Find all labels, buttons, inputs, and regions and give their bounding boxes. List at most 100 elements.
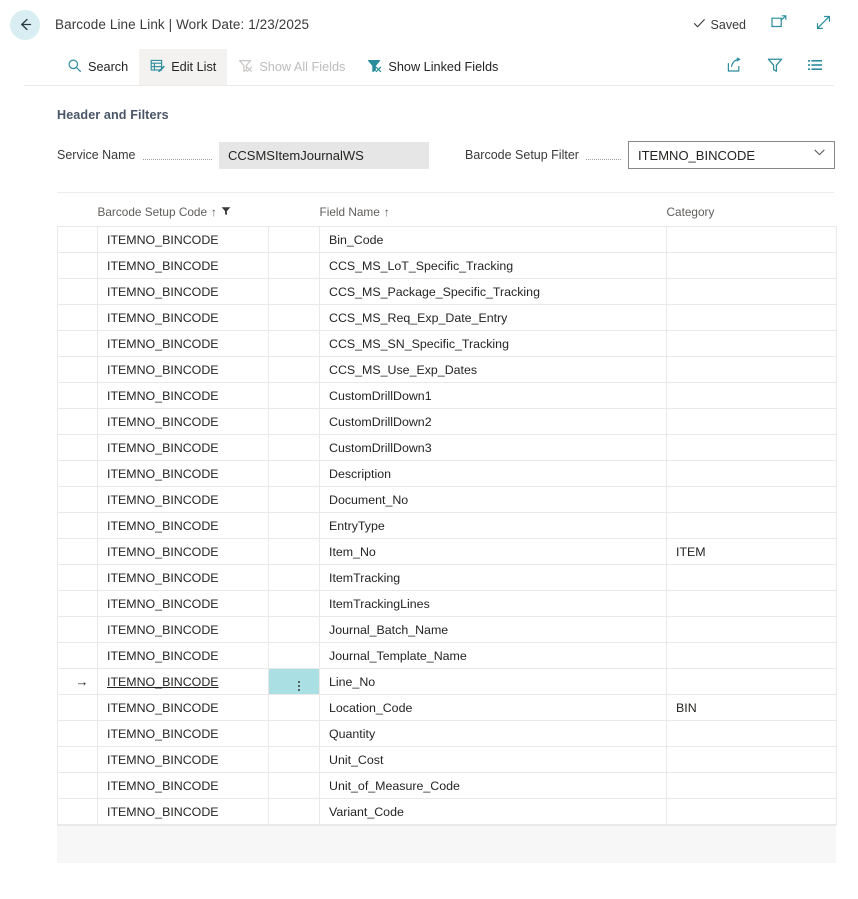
cell-barcode-setup-code[interactable]: ITEMNO_BINCODE bbox=[98, 331, 269, 357]
cell-barcode-setup-code[interactable]: ITEMNO_BINCODE bbox=[98, 435, 269, 461]
cell-row-menu[interactable] bbox=[269, 695, 320, 721]
cell-category[interactable] bbox=[667, 253, 837, 279]
cell-barcode-setup-code[interactable]: ITEMNO_BINCODE bbox=[98, 513, 269, 539]
cell-row-menu[interactable] bbox=[269, 435, 320, 461]
table-row[interactable]: ITEMNO_BINCODEJournal_Template_Name bbox=[58, 643, 837, 669]
cell-field-name[interactable]: Unit_Cost bbox=[320, 747, 667, 773]
table-row[interactable]: ITEMNO_BINCODE EntryType bbox=[58, 513, 837, 539]
cell-row-menu[interactable] bbox=[269, 591, 320, 617]
share-button[interactable] bbox=[724, 56, 746, 78]
cell-category[interactable] bbox=[667, 279, 837, 305]
cell-category[interactable] bbox=[667, 435, 837, 461]
cell-field-name[interactable]: CCS_MS_SN_Specific_Tracking bbox=[320, 331, 667, 357]
expand-button[interactable] bbox=[812, 14, 834, 36]
table-row[interactable]: ITEMNO_BINCODE CCS_MS_SN_Specific_Trackin… bbox=[58, 331, 837, 357]
cell-row-menu[interactable] bbox=[269, 305, 320, 331]
cell-category[interactable] bbox=[667, 305, 837, 331]
cell-row-menu[interactable] bbox=[269, 513, 320, 539]
cell-row-menu[interactable] bbox=[269, 383, 320, 409]
barcode-setup-filter-value[interactable]: ITEMNO_BINCODE bbox=[628, 141, 835, 169]
cell-row-menu[interactable] bbox=[269, 773, 320, 799]
cell-field-name[interactable]: Location_Code bbox=[320, 695, 667, 721]
cell-category[interactable] bbox=[667, 591, 837, 617]
cell-category[interactable] bbox=[667, 227, 837, 253]
table-row[interactable]: ITEMNO_BINCODE Unit_of_Measure_Code bbox=[58, 773, 837, 799]
cell-category[interactable] bbox=[667, 617, 837, 643]
table-row[interactable]: ITEMNO_BINCODE ItemTracking bbox=[58, 565, 837, 591]
cell-barcode-setup-code[interactable]: ITEMNO_BINCODE bbox=[98, 773, 269, 799]
cell-row-menu[interactable] bbox=[269, 357, 320, 383]
table-row[interactable]: ITEMNO_BINCODEQuantity bbox=[58, 721, 837, 747]
cell-row-menu[interactable] bbox=[269, 409, 320, 435]
cell-barcode-setup-code[interactable]: ITEMNO_BINCODE bbox=[98, 747, 269, 773]
column-filter-icon[interactable] bbox=[221, 205, 231, 219]
toolbar-edit-list-button[interactable]: Edit List bbox=[139, 49, 227, 85]
cell-barcode-setup-code[interactable]: ITEMNO_BINCODE bbox=[98, 253, 269, 279]
table-row[interactable]: ITEMNO_BINCODE CCS_MS_Req_Exp_Date_Entry bbox=[58, 305, 837, 331]
cell-field-name[interactable]: CustomDrillDown3 bbox=[320, 435, 667, 461]
cell-field-name[interactable]: EntryType bbox=[320, 513, 667, 539]
cell-row-menu[interactable] bbox=[269, 487, 320, 513]
back-button[interactable] bbox=[10, 10, 40, 40]
cell-barcode-setup-code[interactable]: ITEMNO_BINCODE bbox=[98, 305, 269, 331]
more-options-icon[interactable] bbox=[298, 681, 300, 691]
cell-barcode-setup-code[interactable]: ITEMNO_BINCODE bbox=[98, 539, 269, 565]
cell-barcode-setup-code[interactable]: ITEMNO_BINCODE bbox=[98, 565, 269, 591]
cell-category[interactable] bbox=[667, 409, 837, 435]
cell-row-menu[interactable] bbox=[269, 565, 320, 591]
cell-category[interactable] bbox=[667, 331, 837, 357]
cell-field-name[interactable]: CCS_MS_Req_Exp_Date_Entry bbox=[320, 305, 667, 331]
table-row[interactable]: ITEMNO_BINCODECCS_MS_Package_Specific_Tr… bbox=[58, 279, 837, 305]
cell-row-menu[interactable] bbox=[269, 721, 320, 747]
table-row[interactable]: ITEMNO_BINCODELocation_CodeBIN bbox=[58, 695, 837, 721]
cell-category[interactable] bbox=[667, 669, 837, 695]
cell-row-menu[interactable] bbox=[269, 539, 320, 565]
cell-field-name[interactable]: ItemTracking bbox=[320, 565, 667, 591]
table-row[interactable]: ITEMNO_BINCODEItemTrackingLines bbox=[58, 591, 837, 617]
cell-barcode-setup-code[interactable]: ITEMNO_BINCODE bbox=[98, 357, 269, 383]
cell-category[interactable] bbox=[667, 799, 837, 825]
cell-field-name[interactable]: Journal_Batch_Name bbox=[320, 617, 667, 643]
table-row[interactable]: ITEMNO_BINCODEVariant_Code bbox=[58, 799, 837, 825]
column-header-barcode-setup-code[interactable]: Barcode Setup Code ↑ bbox=[98, 193, 269, 227]
cell-barcode-setup-code[interactable]: ITEMNO_BINCODE bbox=[98, 617, 269, 643]
cell-barcode-setup-code[interactable]: ITEMNO_BINCODE bbox=[98, 591, 269, 617]
table-row[interactable]: ITEMNO_BINCODEDocument_No bbox=[58, 487, 837, 513]
cell-category[interactable] bbox=[667, 357, 837, 383]
cell-field-name[interactable]: Description bbox=[320, 461, 667, 487]
cell-category[interactable]: BIN bbox=[667, 695, 837, 721]
cell-field-name[interactable]: Quantity bbox=[320, 721, 667, 747]
column-header-field-name[interactable]: Field Name ↑ bbox=[320, 193, 667, 227]
cell-row-menu[interactable] bbox=[269, 643, 320, 669]
cell-barcode-setup-code[interactable]: ITEMNO_BINCODE bbox=[98, 487, 269, 513]
cell-row-menu[interactable] bbox=[269, 799, 320, 825]
cell-row-menu[interactable] bbox=[269, 617, 320, 643]
cell-category[interactable] bbox=[667, 643, 837, 669]
table-row[interactable]: ITEMNO_BINCODEItem_NoITEM bbox=[58, 539, 837, 565]
toolbar-search-button[interactable]: Search bbox=[56, 49, 139, 85]
cell-field-name[interactable]: CCS_MS_Use_Exp_Dates bbox=[320, 357, 667, 383]
barcode-setup-filter-select[interactable]: ITEMNO_BINCODE bbox=[628, 141, 835, 169]
table-row[interactable]: ITEMNO_BINCODE Bin_Code bbox=[58, 227, 837, 253]
cell-row-menu[interactable] bbox=[269, 461, 320, 487]
cell-row-menu[interactable] bbox=[269, 279, 320, 305]
cell-field-name[interactable]: Unit_of_Measure_Code bbox=[320, 773, 667, 799]
cell-row-menu[interactable] bbox=[269, 747, 320, 773]
table-row[interactable]: ITEMNO_BINCODECustomDrillDown2 bbox=[58, 409, 837, 435]
cell-category[interactable] bbox=[667, 513, 837, 539]
cell-category[interactable] bbox=[667, 461, 837, 487]
cell-field-name[interactable]: Item_No bbox=[320, 539, 667, 565]
cell-category[interactable] bbox=[667, 721, 837, 747]
cell-barcode-setup-code[interactable]: ITEMNO_BINCODE bbox=[98, 799, 269, 825]
cell-barcode-setup-code[interactable]: ITEMNO_BINCODE bbox=[98, 227, 269, 253]
cell-category[interactable] bbox=[667, 773, 837, 799]
table-row[interactable]: ITEMNO_BINCODECustomDrillDown1 bbox=[58, 383, 837, 409]
cell-row-menu[interactable] bbox=[269, 227, 320, 253]
table-row[interactable]: ITEMNO_BINCODE Description bbox=[58, 461, 837, 487]
cell-field-name[interactable]: Bin_Code bbox=[320, 227, 667, 253]
cell-barcode-setup-code[interactable]: ITEMNO_BINCODE bbox=[98, 461, 269, 487]
cell-category[interactable] bbox=[667, 747, 837, 773]
table-row[interactable]: ITEMNO_BINCODE Journal_Batch_Name bbox=[58, 617, 837, 643]
cell-barcode-setup-code[interactable]: ITEMNO_BINCODE bbox=[98, 669, 269, 695]
table-row[interactable]: ITEMNO_BINCODECCS_MS_LoT_Specific_Tracki… bbox=[58, 253, 837, 279]
